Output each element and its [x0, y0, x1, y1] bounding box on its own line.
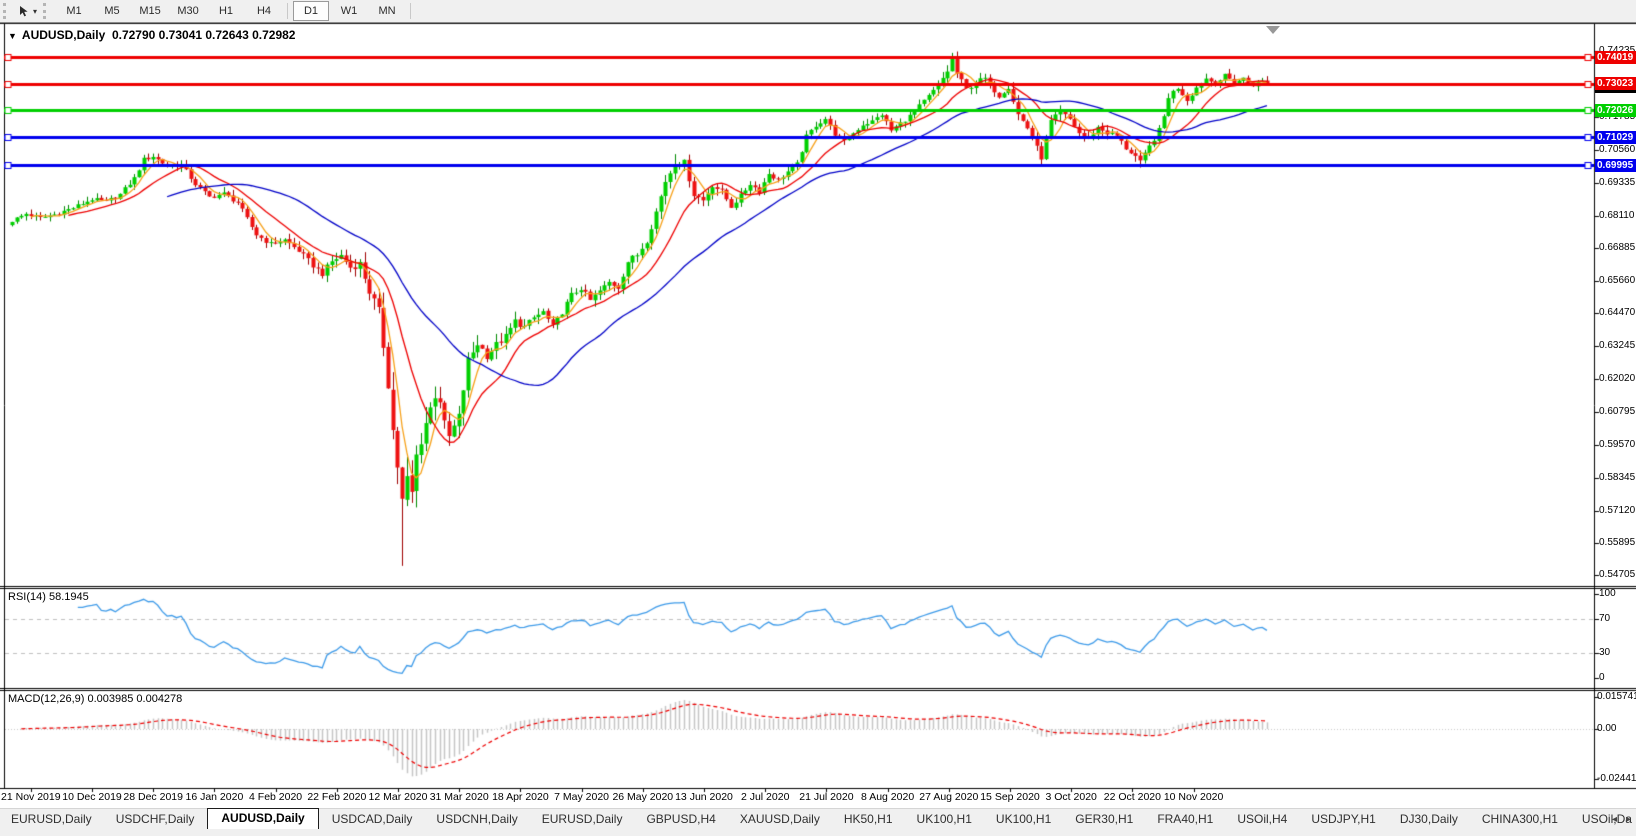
timeframe-button-mn[interactable]: MN: [369, 1, 405, 21]
top-toolbar: ▾ M1M5M15M30H1H4 D1W1MN: [0, 0, 1636, 23]
symbol-tab-xauusd-7[interactable]: XAUUSD,Daily: [729, 810, 831, 829]
symbol-tab-gbpusd-6[interactable]: GBPUSD,H4: [635, 810, 726, 829]
symbol-tab-audusd-2[interactable]: AUDUSD,Daily: [207, 808, 318, 829]
hline-price-badge: 0.71029: [1595, 131, 1636, 144]
cursor-icon: [18, 5, 31, 18]
symbol-tab-hk50-8[interactable]: HK50,H1: [833, 810, 904, 829]
symbol-tab-uk100-10[interactable]: UK100,H1: [985, 810, 1062, 829]
date-tick-label: 13 Jun 2020: [675, 791, 733, 804]
hline-price-badge: 0.72026: [1595, 104, 1636, 117]
date-tick-label: 10 Dec 2019: [62, 791, 122, 804]
symbol-tab-china300-16[interactable]: CHINA300,H1: [1471, 810, 1569, 829]
price-tick-label: 0.63245: [1599, 340, 1636, 352]
hline-price-badge: 0.74019: [1595, 51, 1636, 64]
cursor-tool-button[interactable]: ▾: [15, 1, 40, 21]
date-tick-label: 31 Mar 2020: [430, 791, 489, 804]
timeframe-button-d1[interactable]: D1: [293, 1, 329, 21]
symbol-tab-usoil-13[interactable]: USOil,H4: [1226, 810, 1298, 829]
macd-tick-label: 0.015741: [1597, 691, 1634, 703]
symbol-tab-fra40-12[interactable]: FRA40,H1: [1146, 810, 1224, 829]
scroll-to-end-marker[interactable]: [1266, 26, 1280, 34]
rsi-tick-label: 100: [1599, 588, 1636, 600]
date-tick-label: 22 Oct 2020: [1104, 791, 1161, 804]
timeframe-button-m1[interactable]: M1: [56, 1, 92, 21]
symbol-tab-usdcad-3[interactable]: USDCAD,Daily: [321, 810, 424, 829]
price-tick-label: 0.60795: [1599, 406, 1636, 418]
timeframe-button-m15[interactable]: M15: [132, 1, 168, 21]
rsi-tick-label: 0: [1599, 672, 1636, 684]
price-tick-label: 0.70560: [1599, 144, 1636, 156]
date-tick-label: 26 May 2020: [612, 791, 673, 804]
chevron-down-icon: ▾: [33, 7, 37, 16]
tab-scroll-left-icon[interactable]: ◂: [1612, 813, 1617, 826]
date-tick-label: 22 Feb 2020: [307, 791, 366, 804]
price-tick-label: 0.62020: [1599, 373, 1636, 385]
date-tick-label: 28 Dec 2019: [123, 791, 183, 804]
hline-price-badge: 0.73023: [1595, 77, 1636, 90]
date-tick-label: 2 Jul 2020: [741, 791, 789, 804]
toolbar-grip[interactable]: [3, 3, 11, 19]
rsi-tick-label: 70: [1599, 613, 1636, 625]
date-tick-label: 16 Jan 2020: [185, 791, 243, 804]
price-tick-label: 0.64470: [1599, 307, 1636, 319]
rsi-tick-label: 30: [1599, 647, 1636, 659]
timeframe-button-h4[interactable]: H4: [246, 1, 282, 21]
timeframe-button-m5[interactable]: M5: [94, 1, 130, 21]
date-tick-label: 4 Feb 2020: [249, 791, 302, 804]
symbol-tab-bar: EURUSD,DailyUSDCHF,DailyAUDUSD,DailyUSDC…: [0, 808, 1636, 829]
symbol-tab-usdcnh-4[interactable]: USDCNH,Daily: [425, 810, 528, 829]
symbol-tab-usdjpy-14[interactable]: USDJPY,H1: [1300, 810, 1386, 829]
chart-canvas[interactable]: [0, 0, 1636, 836]
date-tick-label: 18 Apr 2020: [492, 791, 549, 804]
timeframe-button-m30[interactable]: M30: [170, 1, 206, 21]
status-strip: [0, 829, 1636, 836]
timeframe-button-h1[interactable]: H1: [208, 1, 244, 21]
symbol-tab-eurusd-5[interactable]: EURUSD,Daily: [531, 810, 634, 829]
toolbar-grip[interactable]: [43, 3, 51, 19]
price-tick-label: 0.59570: [1599, 439, 1636, 451]
symbol-tab-ger30-11[interactable]: GER30,H1: [1064, 810, 1144, 829]
date-tick-label: 21 Jul 2020: [799, 791, 853, 804]
price-tick-label: 0.54705: [1599, 569, 1636, 581]
tab-scroll-right-icon[interactable]: ▸: [1626, 813, 1631, 826]
price-tick-label: 0.68110: [1599, 210, 1636, 222]
date-tick-label: 3 Oct 2020: [1046, 791, 1097, 804]
price-tick-label: 0.58345: [1599, 472, 1636, 484]
ohlc-values: 0.72790 0.73041 0.72643 0.72982: [112, 28, 296, 42]
price-tick-label: 0.65660: [1599, 275, 1636, 287]
price-tick-label: 0.66885: [1599, 242, 1636, 254]
timeframe-group: M1M5M15M30H1H4 D1W1MN: [55, 1, 415, 21]
date-tick-label: 8 Aug 2020: [861, 791, 914, 804]
price-tick-label: 0.55895: [1599, 537, 1636, 549]
date-tick-label: 12 Mar 2020: [369, 791, 428, 804]
chart-header: ▼ AUDUSD,Daily 0.72790 0.73041 0.72643 0.…: [8, 28, 295, 42]
date-tick-label: 15 Sep 2020: [980, 791, 1040, 804]
date-tick-label: 7 May 2020: [554, 791, 609, 804]
date-tick-label: 27 Aug 2020: [919, 791, 978, 804]
date-tick-label: 10 Nov 2020: [1164, 791, 1224, 804]
macd-tick-label: 0.00: [1597, 723, 1634, 735]
symbol-title: AUDUSD,Daily: [22, 28, 105, 42]
toolbar-separator: [287, 3, 288, 19]
application-window: ▾ M1M5M15M30H1H4 D1W1MN ▼ AUDUSD,Daily 0.7…: [0, 0, 1636, 836]
price-tick-label: 0.69335: [1599, 177, 1636, 189]
date-tick-label: 21 Nov 2019: [1, 791, 61, 804]
rsi-label: RSI(14) 58.1945: [8, 591, 89, 603]
toolbar-separator: [410, 3, 411, 19]
timeframe-button-w1[interactable]: W1: [331, 1, 367, 21]
symbol-tab-eurusd-0[interactable]: EURUSD,Daily: [0, 810, 103, 829]
symbol-tab-dj30-15[interactable]: DJ30,Daily: [1389, 810, 1469, 829]
hline-price-badge: 0.69995: [1595, 159, 1636, 172]
price-tick-label: 0.57120: [1599, 505, 1636, 517]
symbol-tab-usdchf-1[interactable]: USDCHF,Daily: [105, 810, 206, 829]
macd-tick-label: -0.024412: [1597, 773, 1634, 785]
collapse-indicator-icon[interactable]: ▼: [8, 31, 17, 41]
symbol-tab-uk100-9[interactable]: UK100,H1: [906, 810, 983, 829]
macd-label: MACD(12,26,9) 0.003985 0.004278: [8, 693, 182, 705]
